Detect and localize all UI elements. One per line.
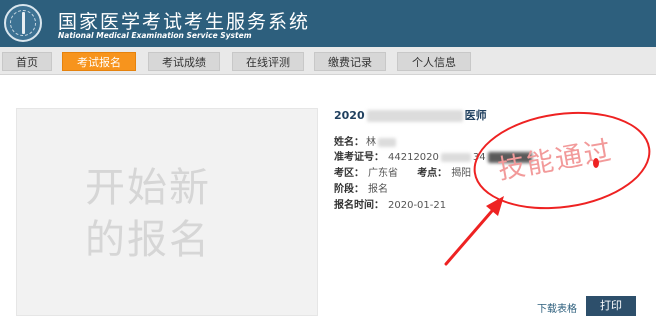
region-row: 考区： 广东省 考点： 揭阳 — [334, 168, 472, 179]
stage-row: 阶段： 报名 — [334, 184, 388, 195]
print-button[interactable]: 打印 — [586, 296, 636, 316]
annotation-dot — [593, 158, 599, 168]
site-subtitle: National Medical Examination Service Sys… — [58, 31, 252, 40]
new-registration-card[interactable]: 开始新的报名 — [16, 108, 318, 316]
site-title: 国家医学考试考生服务系统 — [58, 11, 311, 33]
download-form-link[interactable]: 下载表格 — [537, 300, 577, 315]
tab-online-assessment[interactable]: 在线评测 — [232, 52, 304, 71]
registration-title: 2020 医师 — [334, 109, 487, 122]
annotation-arrow-icon — [444, 196, 504, 266]
tab-payment-records[interactable]: 缴费记录 — [314, 52, 386, 71]
main-nav: 首页 考试报名 考试成绩 在线评测 缴费记录 个人信息 — [0, 47, 656, 75]
new-registration-label: 开始新的报名 — [85, 165, 211, 263]
site-header: 国家医学考试考生服务系统 National Medical Examinatio… — [0, 0, 656, 47]
tab-exam-scores[interactable]: 考试成绩 — [148, 52, 220, 71]
time-row: 报名时间： 2020-01-21 — [334, 200, 447, 211]
tab-personal-info[interactable]: 个人信息 — [397, 52, 471, 71]
emblem-icon — [4, 4, 42, 42]
tab-exam-registration[interactable]: 考试报名 — [62, 52, 136, 71]
tab-home[interactable]: 首页 — [2, 52, 52, 71]
page: 国家医学考试考生服务系统 National Medical Examinatio… — [0, 0, 656, 317]
name-row: 姓名：林 — [334, 133, 396, 148]
